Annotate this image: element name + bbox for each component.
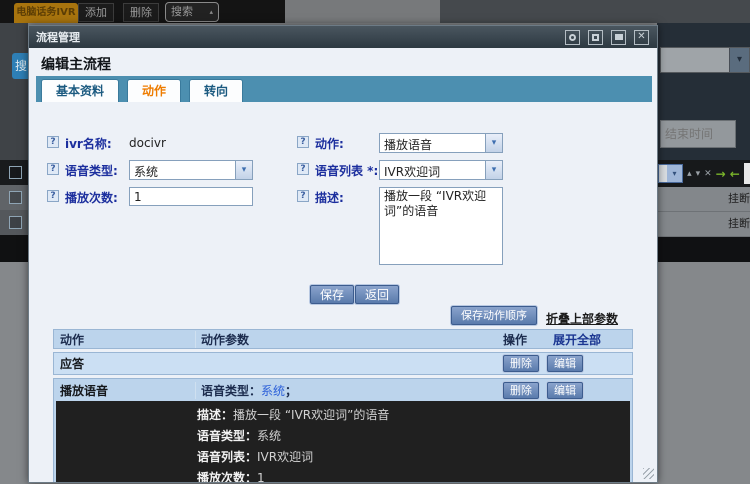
checkbox[interactable] — [9, 216, 22, 229]
page: 电脑话务IVR 添加 删除 搜索 ▴ 搜 ▾ ▾ ▴ ▾ ✕ → ← 挂断 挂断… — [0, 0, 750, 484]
window-titlebar[interactable]: 流程管理 ✕ — [29, 26, 657, 48]
close-icon[interactable]: ✕ — [634, 30, 649, 45]
row-action-name: 应答 — [54, 355, 195, 372]
resize-grip-icon[interactable] — [643, 468, 654, 479]
field-voice-type: ? 语音类型: — [47, 162, 118, 179]
detail-line: 描述：播放一段 “IVR欢迎词”的语音 — [197, 405, 622, 426]
bg-search-label: 搜索 — [171, 3, 193, 21]
window-body: 编辑主流程 基本资料 动作 转向 ? ivr名称: docivr ? 语音类型:… — [29, 48, 657, 482]
description-textarea[interactable]: 播放一段 “IVR欢迎词”的语音 — [379, 187, 503, 265]
field-action: ? 动作: — [297, 135, 344, 152]
play-count-input[interactable] — [129, 187, 253, 206]
tab-bar: 基本资料 动作 转向 — [36, 76, 652, 102]
clear-icon[interactable]: ✕ — [704, 169, 712, 179]
voice-list-label: 语音列表 *: — [315, 162, 378, 179]
help-icon[interactable]: ? — [297, 136, 309, 148]
save-action-order-button[interactable]: 保存动作顺序 — [451, 306, 537, 325]
background-left-panel — [0, 23, 28, 160]
field-description: ? 描述: — [297, 189, 344, 206]
voice-type-select[interactable]: 系统 ▾ — [129, 160, 253, 180]
bg-grid-row — [0, 210, 28, 235]
bg-table-row: 挂断 — [657, 187, 750, 212]
field-play-count: ? 播放次数: — [47, 189, 118, 206]
checkbox[interactable] — [9, 166, 22, 179]
page-title: 编辑主流程 — [41, 54, 111, 74]
action-detail-panel: 描述：播放一段 “IVR欢迎词”的语音 语音类型：系统 语音列表：IVR欢迎词 … — [56, 401, 630, 482]
bg-grid-footer — [0, 235, 28, 262]
detail-line: 语音类型：系统 — [197, 426, 622, 447]
help-icon[interactable]: ? — [47, 136, 59, 148]
sort-asc-icon[interactable]: ▴ — [687, 169, 692, 179]
chevron-down-icon: ▾ — [667, 165, 682, 182]
save-button[interactable]: 保存 — [310, 285, 354, 304]
field-voice-list: ? 语音列表 *: — [297, 162, 378, 179]
voice-list-select[interactable]: IVR欢迎词 ▾ — [379, 160, 503, 180]
collapse-params-link[interactable]: 折叠上部参数 — [546, 310, 618, 327]
actions-table: 动作 动作参数 操作 展开全部 应答 删除 编辑 播放语音 — [53, 329, 633, 482]
row-action-name: 播放语音 — [54, 382, 195, 399]
row-params: 语音类型：系统； — [195, 382, 503, 399]
action-select[interactable]: 播放语音 ▾ — [379, 133, 503, 153]
minimize-icon[interactable] — [611, 30, 626, 45]
col-operation: 操作 — [503, 331, 553, 348]
help-icon[interactable]: ? — [47, 190, 59, 202]
bg-dropdown[interactable]: ▾ — [660, 47, 750, 73]
help-icon[interactable]: ? — [297, 190, 309, 202]
chevron-down-icon: ▾ — [235, 161, 252, 179]
tab-basic-info[interactable]: 基本资料 — [41, 79, 119, 102]
bg-toolbar: ▾ ▴ ▾ ✕ → ← — [657, 160, 750, 187]
checkbox[interactable] — [9, 191, 22, 204]
window-title: 流程管理 — [29, 29, 557, 45]
voice-type-label: 语音类型: — [65, 162, 118, 179]
table-row-answer: 应答 删除 编辑 — [53, 352, 633, 375]
tab-action[interactable]: 动作 — [127, 79, 181, 102]
bg-table-footer — [657, 237, 750, 262]
ivr-name-value: docivr — [129, 136, 166, 150]
bg-grid-header-row — [0, 160, 28, 185]
delete-button[interactable]: 删除 — [503, 355, 539, 372]
back-button[interactable]: 返回 — [355, 285, 399, 304]
background-topbar-right — [440, 0, 750, 23]
arrow-left-icon[interactable]: ← — [730, 167, 740, 181]
bg-toolbar-dropdown[interactable]: ▾ — [658, 164, 683, 183]
play-count-label: 播放次数: — [65, 189, 118, 206]
chevron-down-icon: ▾ — [485, 161, 502, 179]
arrow-right-icon[interactable]: → — [716, 167, 726, 181]
table-header: 动作 动作参数 操作 展开全部 — [53, 329, 633, 349]
detail-line: 播放次数：1 — [197, 468, 622, 482]
field-ivr-name: ? ivr名称: — [47, 135, 112, 152]
tab-redirect[interactable]: 转向 — [189, 79, 243, 102]
sort-desc-icon[interactable]: ▾ — [696, 169, 701, 179]
voice-type-link[interactable]: 系统 — [261, 384, 285, 398]
description-label: 描述: — [315, 189, 344, 206]
action-label: 动作: — [315, 135, 344, 152]
bg-add-button[interactable]: 添加 — [78, 3, 114, 22]
detail-line: 语音列表：IVR欢迎词 — [197, 447, 622, 468]
chevron-down-icon: ▾ — [729, 48, 749, 72]
bg-grid-row — [0, 185, 28, 210]
chevron-down-icon: ▾ — [485, 134, 502, 152]
edit-button[interactable]: 编辑 — [547, 355, 583, 372]
bg-delete-button[interactable]: 删除 — [123, 3, 159, 22]
end-time-input[interactable] — [660, 120, 736, 148]
expand-all-link[interactable]: 展开全部 — [553, 331, 632, 348]
delete-button[interactable]: 删除 — [503, 382, 539, 399]
col-action: 动作 — [54, 331, 195, 348]
help-icon[interactable]: ? — [47, 163, 59, 175]
help-icon[interactable]: ? — [297, 163, 309, 175]
table-row-play-voice: 播放语音 语音类型：系统； 删除 编辑 描述：播放一段 “IVR欢迎词”的语音 — [53, 378, 633, 482]
col-params: 动作参数 — [195, 331, 503, 348]
bg-search-toggle[interactable]: 搜索 ▴ — [165, 2, 219, 22]
edit-button[interactable]: 编辑 — [547, 382, 583, 399]
restore-icon[interactable] — [565, 30, 580, 45]
bg-table-row: 挂断 — [657, 212, 750, 237]
flow-management-window: 流程管理 ✕ 编辑主流程 基本资料 动作 转向 ? ivr名称: docivr … — [28, 25, 658, 483]
collapse-icon: ▴ — [209, 3, 213, 21]
bg-toolbar-box — [744, 163, 750, 184]
ivr-name-label: ivr名称: — [65, 135, 112, 152]
bg-tab-ivr[interactable]: 电脑话务IVR — [14, 3, 78, 23]
maximize-icon[interactable] — [588, 30, 603, 45]
